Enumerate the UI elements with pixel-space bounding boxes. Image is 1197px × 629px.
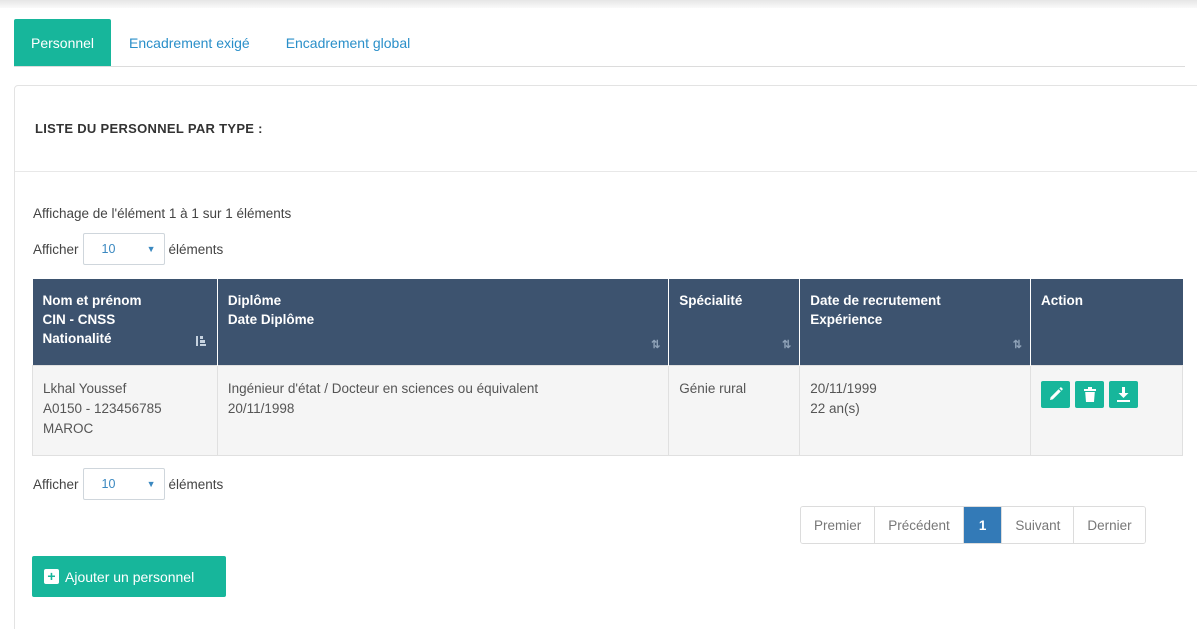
column-header-hire-date[interactable]: Date de recrutement Expérience ⇅ xyxy=(799,279,1032,365)
length-menu-top: Afficher 10 ▼ éléments xyxy=(33,233,223,265)
length-suffix: éléments xyxy=(168,476,224,492)
delete-button[interactable] xyxy=(1075,380,1105,408)
pagination-first[interactable]: Premier xyxy=(801,507,876,543)
column-header-line: Diplôme xyxy=(227,293,282,308)
cell-name: Lkhal Youssef A0150 - 123456785 MAROC xyxy=(32,364,218,456)
tab-encadrement-exige[interactable]: Encadrement exigé xyxy=(111,19,268,66)
top-shadow xyxy=(0,0,1197,8)
pagination-last[interactable]: Dernier xyxy=(1074,507,1145,543)
plus-square-icon: + xyxy=(44,569,59,584)
row-actions xyxy=(1041,379,1172,408)
column-header-line: Date de recrutement xyxy=(810,293,941,308)
column-header-line: Action xyxy=(1041,293,1084,308)
pagination: Premier Précédent 1 Suivant Dernier xyxy=(800,506,1146,544)
column-header-line: CIN - CNSS xyxy=(42,312,116,327)
page-length-value: 10 xyxy=(101,477,116,491)
column-header-speciality[interactable]: Spécialité ⇅ xyxy=(668,279,801,365)
length-menu-bottom: Afficher 10 ▼ éléments xyxy=(33,468,223,500)
column-header-line: Date Diplôme xyxy=(227,312,315,327)
edit-icon xyxy=(1049,387,1063,400)
personnel-panel: LISTE DU PERSONNEL PAR TYPE : Affichage … xyxy=(14,85,1197,629)
cell-diploma: Ingénieur d'état / Docteur en sciences o… xyxy=(216,364,670,456)
person-diploma-date: 20/11/1998 xyxy=(227,400,295,416)
pagination-previous[interactable]: Précédent xyxy=(875,507,964,543)
length-prefix: Afficher xyxy=(33,476,79,492)
person-experience: 22 an(s) xyxy=(810,400,860,416)
column-header-line: Nationalité xyxy=(42,331,112,346)
sort-icon: ⇅ xyxy=(782,338,791,351)
page-length-select[interactable]: 10 ▼ xyxy=(82,233,165,265)
personnel-table: Nom et prénom CIN - CNSS Nationalité Dip… xyxy=(32,279,1183,456)
length-suffix: éléments xyxy=(168,241,224,257)
panel-header: LISTE DU PERSONNEL PAR TYPE : xyxy=(15,86,1197,172)
table-row: Lkhal Youssef A0150 - 123456785 MAROC In… xyxy=(32,364,1183,456)
download-icon xyxy=(1117,386,1131,402)
person-name: Lkhal Youssef xyxy=(43,380,127,396)
sort-asc-icon xyxy=(195,335,207,354)
panel-title: LISTE DU PERSONNEL PAR TYPE : xyxy=(35,121,263,136)
trash-icon xyxy=(1083,386,1096,402)
column-header-line: Nom et prénom xyxy=(42,293,142,308)
column-header-name[interactable]: Nom et prénom CIN - CNSS Nationalité xyxy=(32,279,218,365)
page-length-select[interactable]: 10 ▼ xyxy=(82,468,165,500)
length-prefix: Afficher xyxy=(33,241,79,257)
person-cin-cnss: A0150 - 123456785 xyxy=(43,400,162,416)
pagination-page-1[interactable]: 1 xyxy=(963,507,1003,543)
person-hire-date: 20/11/1999 xyxy=(810,380,877,396)
cell-actions xyxy=(1030,364,1183,456)
person-speciality: Génie rural xyxy=(679,380,747,396)
chevron-down-icon: ▼ xyxy=(146,479,156,489)
column-header-line: Spécialité xyxy=(679,293,743,308)
person-diploma: Ingénieur d'état / Docteur en sciences o… xyxy=(227,380,539,396)
person-nationality: MAROC xyxy=(43,420,94,436)
download-button[interactable] xyxy=(1109,380,1139,408)
pagination-next[interactable]: Suivant xyxy=(1002,507,1075,543)
edit-button[interactable] xyxy=(1041,380,1071,408)
chevron-down-icon: ▼ xyxy=(146,244,156,254)
tab-encadrement-global[interactable]: Encadrement global xyxy=(268,19,429,66)
column-header-diploma[interactable]: Diplôme Date Diplôme ⇅ xyxy=(217,279,670,365)
sort-icon: ⇅ xyxy=(1012,338,1022,351)
column-header-action: Action xyxy=(1030,279,1183,365)
tab-personnel[interactable]: Personnel xyxy=(14,19,112,66)
sort-icon: ⇅ xyxy=(651,338,660,351)
tab-bar: Personnel Encadrement exigé Encadrement … xyxy=(14,19,1185,67)
add-personnel-label: Ajouter un personnel xyxy=(65,568,195,585)
cell-hire-date: 20/11/1999 22 an(s) xyxy=(799,364,1032,456)
column-header-line: Expérience xyxy=(810,312,883,327)
add-personnel-button[interactable]: + Ajouter un personnel xyxy=(32,556,226,597)
page-length-value: 10 xyxy=(101,242,116,256)
table-info: Affichage de l'élément 1 à 1 sur 1 éléme… xyxy=(33,206,292,221)
cell-speciality: Génie rural xyxy=(668,364,801,456)
